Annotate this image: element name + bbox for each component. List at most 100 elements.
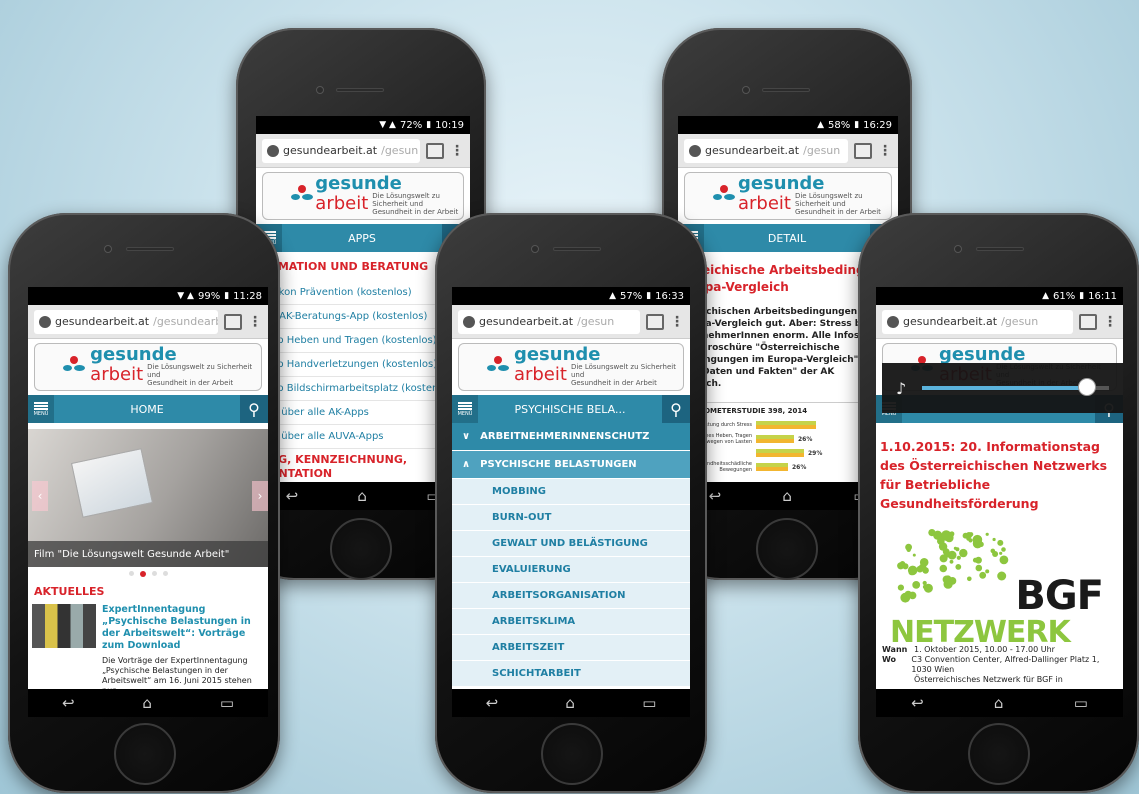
menu-item-arbeitnehmerinnenschutz[interactable]: ∨ ARBEITNEHMERINNENSCHUTZ: [452, 423, 690, 451]
submenu-item[interactable]: ARBEITSZEIT: [452, 635, 690, 661]
submenu-item[interactable]: ARBEITSKLIMA: [452, 609, 690, 635]
chart-bar-value: 26%: [798, 435, 813, 443]
more-menu-icon[interactable]: ⋮: [878, 143, 892, 159]
site-logo[interactable]: gesundearbeitDie Lösungswelt zu Sicherhe…: [262, 172, 464, 220]
home-icon[interactable]: ⌂: [782, 487, 792, 505]
home-icon[interactable]: ⌂: [142, 694, 152, 712]
home-button[interactable]: [114, 723, 176, 785]
netzwerk-logo-text: NETZWERK: [890, 615, 1071, 650]
url-field[interactable]: gesundearbeit.at/gesun: [684, 138, 848, 163]
back-icon[interactable]: ↩: [709, 487, 722, 505]
recents-icon[interactable]: ▭: [220, 694, 234, 712]
site-logo[interactable]: gesundearbeitDie Lösungswelt zu Sicherhe…: [458, 343, 684, 391]
back-icon[interactable]: ↩: [486, 694, 499, 712]
hero-slider[interactable]: ‹ › Film "Die Lösungswelt Gesunde Arbeit…: [28, 429, 268, 567]
chevron-up-icon: ∧: [462, 459, 471, 470]
home-icon[interactable]: ⌂: [994, 694, 1004, 712]
back-icon[interactable]: ↩: [286, 487, 299, 505]
back-icon[interactable]: ↩: [62, 694, 75, 712]
news-title[interactable]: ExpertInnentagung „Psychische Belastunge…: [102, 604, 264, 652]
submenu-item[interactable]: BURN-OUT: [452, 505, 690, 531]
austria-dots-graphic: [897, 529, 1009, 603]
chart-bar: [756, 421, 816, 429]
map-dot: [967, 576, 972, 582]
more-menu-icon[interactable]: ⋮: [248, 314, 262, 330]
search-icon[interactable]: ⚲: [662, 395, 690, 423]
map-dot: [992, 551, 999, 557]
search-icon[interactable]: ⚲: [240, 395, 268, 423]
status-bar: ▼ ▲ 99% ▮ 11:28: [28, 287, 268, 305]
map-dot: [962, 532, 969, 539]
tabs-icon[interactable]: [224, 313, 242, 330]
menu-item-psychische-belastungen[interactable]: ∧ PSYCHISCHE BELASTUNGEN: [452, 451, 690, 479]
submenu-item[interactable]: SCHICHTARBEIT: [452, 661, 690, 687]
home-button[interactable]: [330, 518, 392, 580]
volume-slider[interactable]: [922, 378, 1109, 396]
home-button[interactable]: [756, 518, 818, 580]
tabs-icon[interactable]: [854, 142, 872, 159]
menu-button[interactable]: MENÜ: [452, 395, 478, 423]
slider-next-button[interactable]: ›: [252, 481, 268, 511]
slider-dots: [28, 567, 268, 581]
bgf-logo-text: BGF: [1015, 573, 1104, 619]
wo-value: C3 Convention Center, Alfred-Dallinger P…: [911, 655, 1100, 674]
logo-word1: gesunde: [938, 344, 1026, 365]
tabs-icon[interactable]: [646, 313, 664, 330]
more-menu-icon[interactable]: ⋮: [1103, 314, 1117, 330]
map-dot: [928, 529, 936, 537]
news-item[interactable]: ExpertInnentagung „Psychische Belastunge…: [28, 602, 268, 654]
more-menu-icon[interactable]: ⋮: [670, 314, 684, 330]
map-dot: [906, 547, 911, 552]
page-title: APPS: [348, 231, 376, 245]
news-thumbnail: [32, 604, 96, 648]
screen-event: ▲ 61% ▮ 16:11 gesundearbeit.at/gesun ⋮ gesu…: [876, 287, 1123, 717]
site-logo[interactable]: gesundearbeitDie Lösungswelt zu Sicherhe…: [34, 343, 262, 391]
submenu-item[interactable]: EVALUIERUNG: [452, 557, 690, 583]
dot[interactable]: [162, 571, 168, 576]
globe-icon: [689, 144, 701, 157]
chart-bar: [756, 463, 788, 471]
front-camera: [104, 245, 112, 253]
recents-icon[interactable]: ▭: [1074, 694, 1088, 712]
slider-prev-button[interactable]: ‹: [32, 481, 48, 511]
map-dot: [959, 548, 968, 558]
url-field[interactable]: gesundearbeit.at/gesun: [262, 138, 420, 163]
speaker: [126, 247, 174, 251]
map-dot: [979, 571, 987, 579]
map-dot: [897, 584, 904, 591]
dot-active[interactable]: [139, 571, 146, 577]
logo-word2: arbeit: [737, 193, 791, 214]
home-button[interactable]: [541, 723, 603, 785]
home-icon[interactable]: ⌂: [565, 694, 575, 712]
dot[interactable]: [151, 571, 157, 576]
url-field[interactable]: gesundearbeit.at/gesun: [458, 309, 640, 334]
volume-icon[interactable]: ♪: [896, 379, 906, 398]
logo-tagline: Die Lösungswelt zu Sicherheit undGesundh…: [372, 192, 459, 216]
url-field[interactable]: gesundearbeit.at/gesun: [882, 309, 1073, 334]
tabs-icon[interactable]: [1079, 313, 1097, 330]
volume-knob[interactable]: [1077, 378, 1096, 396]
tabs-icon[interactable]: [426, 142, 444, 159]
map-dot: [956, 555, 961, 560]
wo-label: Wo: [882, 655, 897, 664]
chevron-down-icon: ∨: [462, 431, 471, 442]
submenu-item[interactable]: GEWALT UND BELÄSTIGUNG: [452, 531, 690, 557]
browser-bar: gesundearbeit.at/gesun ⋮: [256, 134, 470, 168]
logo-mark-icon: [487, 356, 509, 378]
more-menu-icon[interactable]: ⋮: [450, 143, 464, 159]
recents-icon[interactable]: ▭: [642, 694, 656, 712]
front-camera: [954, 245, 962, 253]
site-logo[interactable]: gesundearbeitDie Lösungswelt zu Sicherhe…: [684, 172, 892, 220]
home-icon[interactable]: ⌂: [357, 487, 367, 505]
submenu-item[interactable]: MOBBING: [452, 479, 690, 505]
url-field[interactable]: gesundearbeit.at/gesundearbeit: [34, 309, 218, 334]
dot[interactable]: [128, 571, 134, 576]
page-title: DETAIL: [767, 231, 807, 245]
back-icon[interactable]: ↩: [911, 694, 924, 712]
submenu-item[interactable]: ARBEITSORGANISATION: [452, 583, 690, 609]
map-dot: [999, 551, 1003, 555]
front-camera: [316, 86, 324, 94]
logo-mark-icon: [713, 185, 735, 207]
home-button[interactable]: [968, 723, 1030, 785]
menu-button[interactable]: MENÜ: [28, 395, 54, 423]
